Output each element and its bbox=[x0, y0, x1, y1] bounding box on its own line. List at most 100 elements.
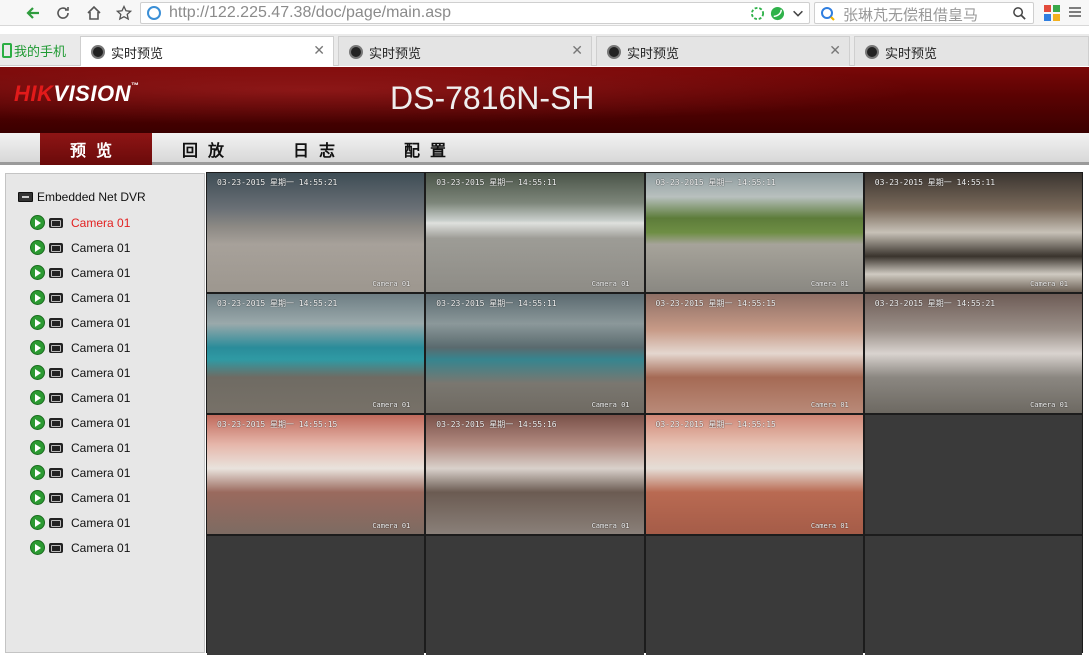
empty-video-window[interactable] bbox=[645, 536, 863, 655]
play-icon[interactable] bbox=[30, 340, 45, 355]
video-window[interactable]: 03-23-2015 星期一 14:55:16 Camera 01 bbox=[426, 415, 644, 534]
phone-icon bbox=[2, 43, 12, 58]
video-window[interactable]: 03-23-2015 星期一 14:55:21 Camera 01 bbox=[864, 294, 1082, 413]
play-icon[interactable] bbox=[30, 315, 45, 330]
my-phone-link[interactable]: 我的手机 bbox=[2, 41, 66, 60]
video-feed bbox=[426, 415, 644, 534]
play-icon[interactable] bbox=[30, 390, 45, 405]
empty-video-window[interactable] bbox=[864, 536, 1082, 655]
camera-item[interactable]: Camera 01 bbox=[30, 360, 130, 385]
address-bar[interactable]: http://122.225.47.38/doc/page/main.asp bbox=[140, 2, 810, 24]
play-icon[interactable] bbox=[30, 465, 45, 480]
play-icon[interactable] bbox=[30, 365, 45, 380]
camera-item[interactable]: Camera 01 bbox=[30, 485, 130, 510]
osd-timestamp: 03-23-2015 星期一 14:55:11 bbox=[436, 178, 557, 187]
search-input[interactable]: 张琳芃无偿租借皇马 bbox=[843, 4, 978, 25]
camera-item[interactable]: Camera 01 bbox=[30, 460, 130, 485]
chevron-down-icon[interactable] bbox=[791, 6, 805, 20]
camera-item[interactable]: Camera 01 bbox=[30, 510, 130, 535]
video-window[interactable]: 03-23-2015 星期一 14:55:21 Camera 01 bbox=[207, 294, 425, 413]
hikvision-logo: HIKVISION™ bbox=[14, 81, 140, 106]
leaf-icon[interactable] bbox=[770, 6, 785, 21]
dvr-root-node[interactable]: Embedded Net DVR bbox=[18, 190, 146, 204]
video-window[interactable]: 03-23-2015 星期一 14:55:11 Camera 01 bbox=[426, 173, 644, 292]
close-icon[interactable]: ✕ bbox=[829, 43, 841, 59]
empty-video-window[interactable] bbox=[864, 415, 1082, 534]
camera-label: Camera 01 bbox=[71, 215, 131, 230]
camera-icon bbox=[49, 267, 63, 278]
refresh-icon[interactable] bbox=[52, 2, 74, 24]
camera-label: Camera 01 bbox=[71, 440, 131, 455]
play-icon[interactable] bbox=[30, 265, 45, 280]
video-window[interactable]: 03-23-2015 星期一 14:55:11 Camera 01 bbox=[864, 173, 1082, 292]
video-window[interactable]: 03-23-2015 星期一 14:55:11 Camera 01 bbox=[645, 173, 863, 292]
osd-camera-name: Camera 01 bbox=[810, 401, 849, 409]
camera-item[interactable]: Camera 01 bbox=[30, 385, 130, 410]
apps-grid-icon[interactable] bbox=[1042, 3, 1062, 23]
osd-timestamp: 03-23-2015 星期一 14:55:11 bbox=[436, 299, 557, 308]
search-engine-icon bbox=[821, 7, 835, 21]
nav-preview[interactable]: 预览 bbox=[40, 133, 152, 165]
camera-icon bbox=[49, 317, 63, 328]
osd-timestamp: 03-23-2015 星期一 14:55:21 bbox=[874, 299, 996, 308]
snowflake-icon[interactable] bbox=[750, 6, 765, 21]
camera-item[interactable]: Camera 01 bbox=[30, 335, 130, 360]
video-window[interactable]: 03-23-2015 星期一 14:55:21 Camera 01 bbox=[207, 173, 425, 292]
search-icon[interactable] bbox=[1012, 6, 1027, 21]
empty-video-window[interactable] bbox=[207, 536, 425, 655]
osd-camera-name: Camera 01 bbox=[372, 522, 411, 530]
home-icon[interactable] bbox=[83, 2, 105, 24]
camera-item[interactable]: Camera 01 bbox=[30, 210, 130, 235]
video-window[interactable]: 03-23-2015 星期一 14:55:15 Camera 01 bbox=[207, 415, 425, 534]
video-feed bbox=[207, 294, 425, 413]
play-icon[interactable] bbox=[30, 490, 45, 505]
camera-label: Camera 01 bbox=[71, 265, 131, 280]
camera-item[interactable]: Camera 01 bbox=[30, 310, 130, 335]
video-feed bbox=[645, 415, 863, 534]
camera-item[interactable]: Camera 01 bbox=[30, 285, 130, 310]
osd-timestamp: 03-23-2015 星期一 14:55:16 bbox=[436, 420, 557, 429]
star-icon[interactable] bbox=[113, 2, 135, 24]
camera-label: Camera 01 bbox=[71, 415, 131, 430]
video-window[interactable]: 03-23-2015 星期一 14:55:11 Camera 01 bbox=[426, 294, 644, 413]
camera-label: Camera 01 bbox=[71, 240, 131, 255]
play-icon[interactable] bbox=[30, 540, 45, 555]
nav-config[interactable]: 配置 bbox=[374, 133, 486, 165]
play-icon[interactable] bbox=[30, 415, 45, 430]
video-window[interactable]: 03-23-2015 星期一 14:55:15 Camera 01 bbox=[645, 415, 863, 534]
close-icon[interactable]: ✕ bbox=[313, 43, 325, 59]
browser-tab-2[interactable]: 实时预览 ✕ bbox=[338, 36, 592, 66]
play-icon[interactable] bbox=[30, 215, 45, 230]
camera-item[interactable]: Camera 01 bbox=[30, 435, 130, 460]
camera-label: Camera 01 bbox=[71, 515, 131, 530]
osd-camera-name: Camera 01 bbox=[372, 401, 411, 409]
video-feed bbox=[426, 294, 644, 413]
camera-item[interactable]: Camera 01 bbox=[30, 235, 130, 260]
play-icon[interactable] bbox=[30, 290, 45, 305]
url-text[interactable]: http://122.225.47.38/doc/page/main.asp bbox=[169, 4, 451, 22]
camera-item[interactable]: Camera 01 bbox=[30, 410, 130, 435]
empty-video-window[interactable] bbox=[426, 536, 644, 655]
video-grid: 03-23-2015 星期一 14:55:21 Camera 01 03-23-20… bbox=[206, 172, 1083, 655]
menu-icon[interactable] bbox=[1068, 5, 1082, 19]
close-icon[interactable]: ✕ bbox=[571, 43, 583, 59]
play-icon[interactable] bbox=[30, 515, 45, 530]
osd-camera-name: Camera 01 bbox=[810, 280, 849, 288]
camera-icon bbox=[49, 542, 63, 553]
play-icon[interactable] bbox=[30, 240, 45, 255]
osd-timestamp: 03-23-2015 星期一 14:55:15 bbox=[217, 420, 338, 429]
camera-item[interactable]: Camera 01 bbox=[30, 535, 130, 560]
video-window[interactable]: 03-23-2015 星期一 14:55:15 Camera 01 bbox=[645, 294, 863, 413]
osd-timestamp: 03-23-2015 星期一 14:55:15 bbox=[655, 299, 776, 308]
nav-playback[interactable]: 回放 bbox=[152, 133, 264, 165]
camera-item[interactable]: Camera 01 bbox=[30, 260, 130, 285]
camera-icon bbox=[49, 467, 63, 478]
browser-tab-3[interactable]: 实时预览 ✕ bbox=[596, 36, 850, 66]
tab-bar: 我的手机 实时预览 ✕ 实时预览 ✕ 实时预览 ✕ 实时预览 bbox=[0, 34, 1089, 66]
back-arrow-icon[interactable] bbox=[22, 2, 44, 24]
nav-log[interactable]: 日志 bbox=[263, 133, 375, 165]
browser-tab-4[interactable]: 实时预览 bbox=[854, 36, 1089, 66]
play-icon[interactable] bbox=[30, 440, 45, 455]
browser-tab-1[interactable]: 实时预览 ✕ bbox=[80, 36, 334, 66]
search-box[interactable]: 张琳芃无偿租借皇马 bbox=[814, 2, 1034, 24]
